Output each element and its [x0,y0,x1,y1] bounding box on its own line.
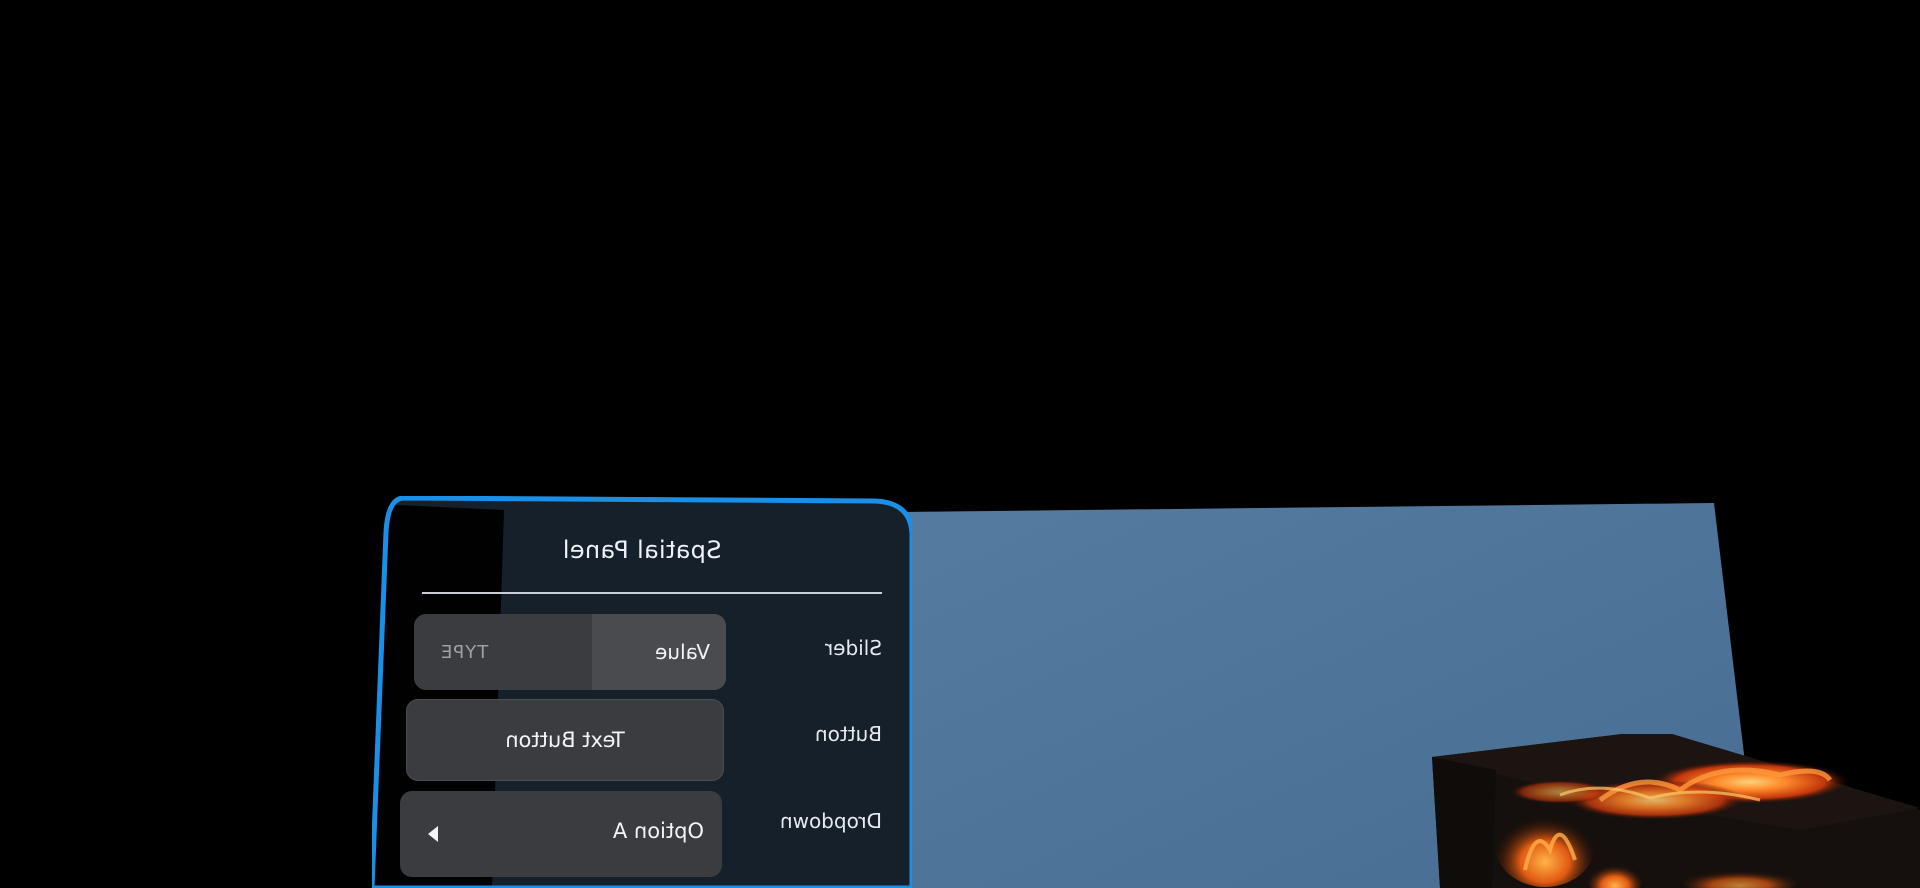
text-button[interactable]: Text Button [406,699,724,781]
panel-title: Spatial Panel [562,536,722,564]
button-label: Button [815,722,882,746]
panel-divider [422,592,882,594]
fire-cube [1432,734,1920,888]
spatial-panel: Spatial Panel Slider Value TYPE Button T… [372,496,912,888]
panel-content: Spatial Panel Slider Value TYPE Button T… [372,496,912,888]
dropdown-label: Dropdown [779,809,882,833]
slider-type-text[interactable]: TYPE [440,642,488,663]
slider-control[interactable]: Value TYPE [414,614,726,690]
vr-scene: Spatial Panel Slider Value TYPE Button T… [0,0,1920,888]
dropdown-selected-value: Option A [612,819,704,843]
slider-value-text: Value [655,640,710,664]
slider-label: Slider [824,636,882,660]
dropdown-arrow-icon [428,826,438,842]
dropdown-select[interactable]: Option A [400,791,722,877]
